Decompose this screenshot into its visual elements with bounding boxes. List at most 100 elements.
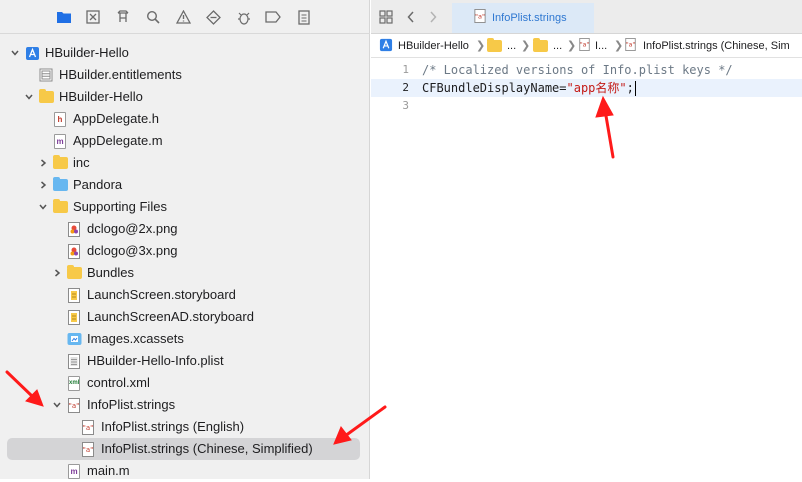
tree-item-label: InfoPlist.strings (English) <box>101 419 245 434</box>
chevron-down-icon[interactable] <box>38 202 48 212</box>
jump-bar-folder[interactable]: ... <box>507 39 516 53</box>
chevron-right-icon: ❯ <box>476 40 486 52</box>
jump-bar-variant-group[interactable]: I... <box>595 39 607 53</box>
issue-icon[interactable] <box>175 9 191 25</box>
tree-item-label: inc <box>73 155 90 170</box>
folder-icon <box>38 89 54 105</box>
tree-item-variant-group[interactable]: "a" InfoPlist.strings <box>0 394 370 416</box>
tree-item-file[interactable]: dclogo@2x.png <box>0 218 370 240</box>
tree-item-file[interactable]: "a" InfoPlist.strings (English) <box>0 416 370 438</box>
tree-item-file[interactable]: dclogo@3x.png <box>0 240 370 262</box>
jump-bar-project[interactable]: HBuilder-Hello <box>398 39 469 53</box>
tree-item-label: control.xml <box>87 375 150 390</box>
chevron-right-icon[interactable] <box>52 268 62 278</box>
chevron-right-icon[interactable] <box>38 158 48 168</box>
blue-folder-icon <box>52 177 68 193</box>
tree-item-file[interactable]: LaunchScreenAD.storyboard <box>0 306 370 328</box>
tree-item-file[interactable]: xml control.xml <box>0 372 370 394</box>
chevron-down-icon[interactable] <box>10 48 20 58</box>
tree-item-label: HBuilder-Hello <box>45 45 129 60</box>
svg-text:"a": "a" <box>475 12 485 20</box>
folder-icon <box>66 265 82 281</box>
code-comment: /* Localized versions of Info.plist keys… <box>422 63 733 77</box>
tree-item-file[interactable]: Images.xcassets <box>0 328 370 350</box>
jump-bar-file[interactable]: InfoPlist.strings (Chinese, Sim <box>643 39 790 53</box>
tree-item-label: InfoPlist.strings <box>87 397 176 412</box>
code-line[interactable]: 3 <box>371 97 802 115</box>
tree-item-group[interactable]: inc <box>0 152 370 174</box>
folder-icon <box>52 155 68 171</box>
code-line[interactable]: 1 /* Localized versions of Info.plist ke… <box>371 61 802 79</box>
search-icon[interactable] <box>145 9 161 25</box>
folder-icon <box>52 199 68 215</box>
tree-item-label: Bundles <box>87 265 134 280</box>
tree-item-label: InfoPlist.strings (Chinese, Simplified) <box>101 441 313 456</box>
chevron-down-icon[interactable] <box>24 92 34 102</box>
tree-item-label: dclogo@3x.png <box>87 243 178 258</box>
project-icon <box>379 38 393 56</box>
tree-item-project[interactable]: HBuilder-Hello <box>0 42 370 64</box>
chevron-right-icon[interactable] <box>38 180 48 190</box>
strings-file-icon: "a" <box>474 8 486 28</box>
breakpoint-icon[interactable] <box>265 9 281 25</box>
tree-item-file-selected[interactable]: "a" InfoPlist.strings (Chinese, Simplifi… <box>0 438 370 460</box>
svg-text:"a": "a" <box>626 42 635 49</box>
chevron-right-icon: ❯ <box>567 40 577 52</box>
code-key: CFBundleDisplayName= <box>422 81 567 95</box>
strings-file-icon: "a" <box>625 38 636 55</box>
tree-item-label: Images.xcassets <box>87 331 184 346</box>
forward-chevron-icon[interactable] <box>428 10 438 29</box>
jump-bar: HBuilder-Hello ❯ ... ❯ ... ❯ "a" I... ❯ … <box>371 34 802 58</box>
tree-item-label: main.m <box>87 463 130 478</box>
line-number: 1 <box>402 63 409 76</box>
symbol-icon[interactable] <box>115 9 131 25</box>
xml-file-icon: xml <box>66 375 82 391</box>
tree-item-group[interactable]: Supporting Files <box>0 196 370 218</box>
tree-item-file[interactable]: m AppDelegate.m <box>0 130 370 152</box>
tree-item-label: AppDelegate.h <box>73 111 160 126</box>
entitlements-icon <box>38 67 54 83</box>
tab-infoplist-strings[interactable]: "a" InfoPlist.strings <box>452 3 594 33</box>
tree-item-group[interactable]: Bundles <box>0 262 370 284</box>
navigator-toolbar <box>0 0 370 34</box>
tree-item-label: LaunchScreenAD.storyboard <box>87 309 254 324</box>
chevron-right-icon: ❯ <box>614 40 624 52</box>
code-line-current[interactable]: 2 CFBundleDisplayName="app名称"; <box>371 79 802 97</box>
tree-item-label: LaunchScreen.storyboard <box>87 287 236 302</box>
tree-item-folder-reference[interactable]: Pandora <box>0 174 370 196</box>
jump-bar-folder[interactable]: ... <box>553 39 562 53</box>
project-icon <box>24 45 40 61</box>
chevron-down-icon[interactable] <box>52 400 62 410</box>
svg-text:"a": "a" <box>83 446 94 454</box>
folder-icon[interactable] <box>56 9 72 25</box>
debug-icon[interactable] <box>235 9 251 25</box>
svg-text:"a": "a" <box>83 424 94 432</box>
header-file-icon: h <box>52 111 68 127</box>
strings-file-icon: "a" <box>579 38 590 55</box>
report-icon[interactable] <box>296 9 312 25</box>
folder-icon <box>533 38 548 56</box>
source-control-icon[interactable] <box>85 9 101 25</box>
tree-item-file[interactable]: LaunchScreen.storyboard <box>0 284 370 306</box>
tree-item-group[interactable]: HBuilder-Hello <box>0 86 370 108</box>
image-file-icon <box>66 243 82 259</box>
folder-icon <box>487 38 502 56</box>
tree-item-file[interactable]: HBuilder.entitlements <box>0 64 370 86</box>
tab-label: InfoPlist.strings <box>492 12 567 24</box>
tree-item-label: HBuilder-Hello <box>59 89 143 104</box>
tree-item-file[interactable]: HBuilder-Hello-Info.plist <box>0 350 370 372</box>
test-icon[interactable] <box>205 9 221 25</box>
grid-icon[interactable] <box>379 10 393 29</box>
line-number: 3 <box>402 99 409 112</box>
line-number: 2 <box>402 81 409 94</box>
image-file-icon <box>66 221 82 237</box>
back-chevron-icon[interactable] <box>406 10 416 29</box>
project-navigator: HBuilder-Hello HBuilder.entitlements HBu… <box>0 0 370 479</box>
code-text: CFBundleDisplayName="app名称"; <box>422 79 636 97</box>
tree-item-file[interactable]: h AppDelegate.h <box>0 108 370 130</box>
tree-item-label: Pandora <box>73 177 123 192</box>
text-cursor <box>634 81 636 96</box>
chevron-right-icon: ❯ <box>521 40 531 52</box>
tree-item-label: AppDelegate.m <box>73 133 163 148</box>
tree-item-label: HBuilder.entitlements <box>59 67 182 82</box>
